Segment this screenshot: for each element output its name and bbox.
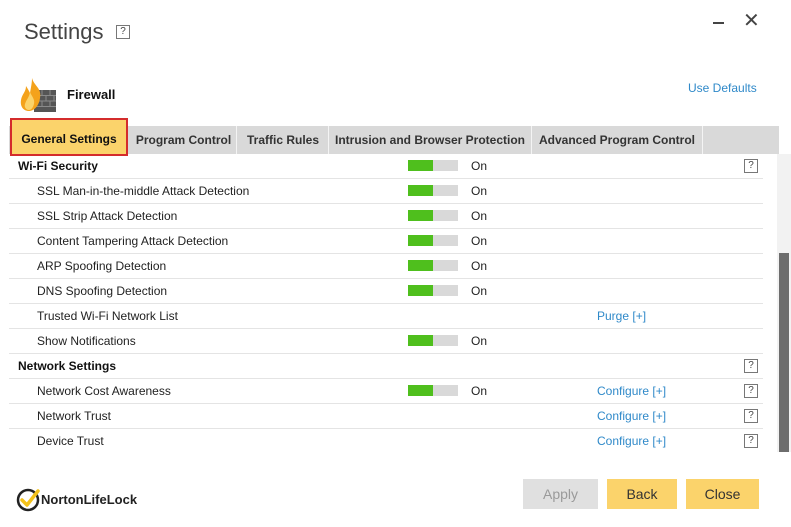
setting-label: SSL Man-in-the-middle Attack Detection xyxy=(37,184,250,198)
toggle-fill xyxy=(408,335,433,346)
toggle-state-label: On xyxy=(471,284,488,298)
setting-label: Device Trust xyxy=(37,434,104,448)
toggle-state-label: On xyxy=(471,184,488,198)
section-header-label: Wi-Fi Security xyxy=(18,159,98,173)
toggle-fill xyxy=(408,185,433,196)
help-icon[interactable]: ? xyxy=(744,159,758,173)
toggle-fill xyxy=(408,385,433,396)
toggle-fill xyxy=(408,285,433,296)
toggle-fill xyxy=(408,210,433,221)
setting-row: Device Trust Configure [+]? xyxy=(9,429,763,452)
setting-label: Network Trust xyxy=(37,409,112,423)
toggle-switch[interactable] xyxy=(408,160,458,171)
toggle-switch[interactable] xyxy=(408,385,458,396)
toggle-switch[interactable] xyxy=(408,260,458,271)
minimize-icon[interactable] xyxy=(710,14,728,32)
section-header-label: Network Settings xyxy=(18,359,117,373)
toggle-switch[interactable] xyxy=(408,335,458,346)
setting-row: ARP Spoofing Detection On xyxy=(9,254,763,279)
toggle-switch[interactable] xyxy=(408,185,458,196)
section-title: Firewall xyxy=(67,87,116,102)
use-defaults-link[interactable]: Use Defaults xyxy=(688,81,757,95)
scrollbar-thumb[interactable] xyxy=(779,253,789,452)
setting-label: DNS Spoofing Detection xyxy=(37,284,168,298)
tab-traffic-rules[interactable]: Traffic Rules xyxy=(238,126,329,154)
setting-row: SSL Strip Attack Detection On xyxy=(9,204,763,229)
configure-link[interactable]: Configure [+] xyxy=(597,409,666,423)
apply-button[interactable]: Apply xyxy=(523,479,598,509)
setting-row: Show Notifications On xyxy=(9,329,763,354)
setting-label: Show Notifications xyxy=(37,334,136,348)
setting-label: Trusted Wi-Fi Network List xyxy=(37,309,178,323)
toggle-state-label: On xyxy=(471,259,488,273)
setting-label: SSL Strip Attack Detection xyxy=(37,209,178,223)
toggle-switch[interactable] xyxy=(408,285,458,296)
close-icon[interactable]: ✕ xyxy=(743,11,760,31)
setting-row: Trusted Wi-Fi Network List Purge [+] xyxy=(9,304,763,329)
help-icon[interactable]: ? xyxy=(116,25,130,39)
toggle-switch[interactable] xyxy=(408,210,458,221)
section-header-row: Wi-Fi Security On? xyxy=(9,154,763,179)
close-button[interactable]: Close xyxy=(686,479,759,509)
setting-label: ARP Spoofing Detection xyxy=(37,259,167,273)
help-icon[interactable]: ? xyxy=(744,409,758,423)
toggle-state-label: On xyxy=(471,234,488,248)
setting-label: Content Tampering Attack Detection xyxy=(37,234,229,248)
toggle-fill xyxy=(408,235,433,246)
configure-link[interactable]: Configure [+] xyxy=(597,384,666,398)
toggle-state-label: On xyxy=(471,159,488,173)
firewall-flame-icon xyxy=(20,78,56,112)
setting-row: SSL Man-in-the-middle Attack Detection On xyxy=(9,179,763,204)
toggle-state-label: On xyxy=(471,384,488,398)
toggle-fill xyxy=(408,260,433,271)
setting-row: Network Cost Awareness On Configure [+]? xyxy=(9,379,763,404)
setting-row: DNS Spoofing Detection On xyxy=(9,279,763,304)
setting-label: Network Cost Awareness xyxy=(37,384,171,398)
tab-advanced-program-control[interactable]: Advanced Program Control xyxy=(532,126,703,154)
settings-list: Wi-Fi Security On? SSL Man-in-the-middle A… xyxy=(9,154,777,452)
help-icon[interactable]: ? xyxy=(744,434,758,448)
brand-name: NortonLifeLock xyxy=(41,492,138,507)
section-header-row: Network Settings? xyxy=(9,354,763,379)
tab-intrusion-browser-protection[interactable]: Intrusion and Browser Protection xyxy=(329,126,532,154)
norton-checkmark-icon xyxy=(16,488,40,512)
help-icon[interactable]: ? xyxy=(744,384,758,398)
tab-general-settings[interactable]: General Settings xyxy=(10,118,128,156)
tab-bar: General Settings Program Control Traffic… xyxy=(9,118,779,156)
toggle-switch[interactable] xyxy=(408,235,458,246)
toggle-fill xyxy=(408,160,433,171)
setting-row: Network Trust Configure [+]? xyxy=(9,404,763,429)
help-icon[interactable]: ? xyxy=(744,359,758,373)
window-title: Settings xyxy=(24,19,104,44)
toggle-state-label: On xyxy=(471,209,488,223)
toggle-state-label: On xyxy=(471,334,488,348)
purge-link[interactable]: Purge [+] xyxy=(597,309,646,323)
setting-row: Content Tampering Attack Detection On xyxy=(9,229,763,254)
tab-program-control[interactable]: Program Control xyxy=(131,126,237,154)
back-button[interactable]: Back xyxy=(607,479,677,509)
configure-link[interactable]: Configure [+] xyxy=(597,434,666,448)
